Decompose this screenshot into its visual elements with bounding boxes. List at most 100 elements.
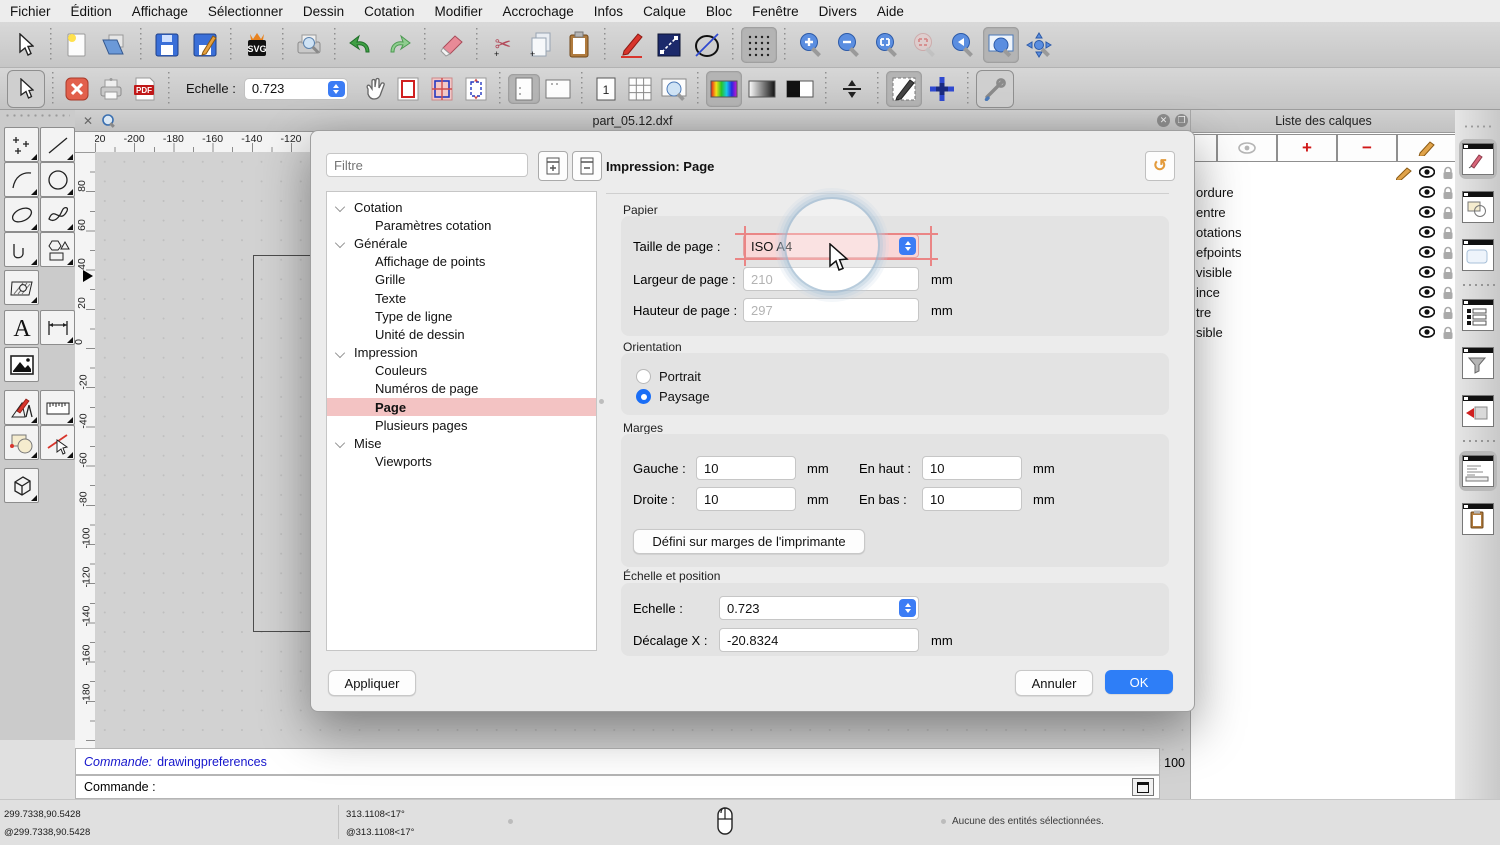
tree-item-type-de-ligne[interactable]: Type de ligne (327, 307, 596, 325)
fit-frame-button[interactable] (460, 74, 492, 104)
remove-layer-button[interactable]: − (1337, 134, 1397, 162)
lock-icon[interactable] (1442, 226, 1454, 240)
tree-item-plusieurs-pages[interactable]: Plusieurs pages (327, 416, 596, 434)
margin-bottom-field[interactable]: 10 (922, 487, 1022, 511)
apply-button[interactable]: Appliquer (328, 670, 416, 696)
pan-hand-button[interactable] (358, 74, 390, 104)
tree-item-cotation[interactable]: Cotation (327, 198, 596, 216)
layer-row[interactable]: efpoints (1191, 243, 1456, 263)
view-panel-button[interactable] (1459, 235, 1497, 275)
chevron-down-icon[interactable] (335, 238, 345, 248)
menu-divers[interactable]: Divers (809, 4, 867, 19)
layer-row[interactable]: tre (1191, 303, 1456, 323)
paysage-radio[interactable] (636, 389, 651, 404)
layer-panel-button[interactable] (1459, 139, 1497, 179)
layer-row[interactable] (1191, 163, 1456, 183)
ok-button[interactable]: OK (1105, 670, 1173, 694)
eraser-button[interactable] (433, 27, 469, 63)
toggle-visibility-button[interactable] (1217, 134, 1277, 162)
ellipse-tool-button[interactable] (689, 27, 725, 63)
menu-selectionner[interactable]: Sélectionner (198, 4, 293, 19)
tree-item-g-n-rale[interactable]: Générale (327, 234, 596, 252)
lock-icon[interactable] (1442, 186, 1454, 200)
zoom-previous-button[interactable] (945, 27, 981, 63)
splitter-handle[interactable] (599, 399, 604, 404)
portrait-button[interactable] (508, 74, 540, 104)
menu-infos[interactable]: Infos (584, 4, 633, 19)
layer-row[interactable]: visible (1191, 263, 1456, 283)
paste-button[interactable] (561, 27, 597, 63)
block-panel-button[interactable] (1459, 187, 1497, 227)
solid-tool-button[interactable] (4, 468, 39, 503)
document-close-icon[interactable]: ✕ (83, 114, 93, 128)
layer-button-stub[interactable] (1193, 134, 1217, 162)
cut-button[interactable]: ✂+ (485, 27, 521, 63)
margin-top-field[interactable]: 10 (922, 456, 1022, 480)
close-preview-button[interactable] (61, 74, 93, 104)
line-tool-button[interactable] (40, 127, 75, 162)
measure-tool-button[interactable] (40, 390, 75, 425)
grid-toggle-button[interactable] (741, 27, 777, 63)
text-tool-button[interactable]: A (4, 310, 39, 345)
hatch-tool-button[interactable] (4, 270, 39, 305)
menu-bloc[interactable]: Bloc (696, 4, 742, 19)
eye-icon[interactable] (1419, 246, 1435, 258)
circle-tool-button[interactable] (40, 162, 75, 197)
dimension-tool-button[interactable] (40, 310, 75, 345)
print-preview-button[interactable] (291, 27, 327, 63)
menu-cotation[interactable]: Cotation (354, 4, 424, 19)
lock-icon[interactable] (1442, 326, 1454, 340)
menu-affichage[interactable]: Affichage (122, 4, 198, 19)
settings-button[interactable] (976, 70, 1014, 108)
eye-icon[interactable] (1419, 206, 1435, 218)
expand-all-button[interactable] (538, 151, 568, 181)
eye-icon[interactable] (1419, 226, 1435, 238)
command-window-button[interactable] (1132, 778, 1154, 796)
line-tool-button[interactable] (651, 27, 687, 63)
eye-icon[interactable] (1419, 306, 1435, 318)
line-pencil-button[interactable] (886, 71, 922, 107)
stepper-icon[interactable] (899, 599, 916, 617)
stepper-icon[interactable] (328, 81, 345, 97)
chevron-down-icon[interactable] (335, 347, 345, 357)
pdf-export-button[interactable]: PDF (129, 74, 161, 104)
dialog-scale-combobox[interactable]: 0.723 (719, 596, 919, 620)
palette-drag-handle[interactable] (4, 113, 70, 118)
clipboard-panel-button[interactable] (1459, 499, 1497, 539)
full-color-button[interactable] (706, 71, 742, 107)
selection-filter-button[interactable] (1459, 343, 1497, 383)
lock-icon[interactable] (1442, 246, 1454, 260)
crosshair-button[interactable] (924, 71, 960, 107)
menu-calque[interactable]: Calque (633, 4, 696, 19)
paper-frame-button[interactable] (392, 74, 424, 104)
black-white-button[interactable] (782, 71, 818, 107)
grid-frame-button[interactable] (426, 74, 458, 104)
new-file-button[interactable] (59, 27, 95, 63)
menu-modifier[interactable]: Modifier (424, 4, 492, 19)
cancel-button[interactable]: Annuler (1015, 670, 1093, 696)
scale-combobox[interactable]: 0.723 (244, 78, 348, 100)
tree-item-num-ros-de-page[interactable]: Numéros de page (327, 380, 596, 398)
grayscale-button[interactable] (744, 71, 780, 107)
tree-item-grille[interactable]: Grille (327, 271, 596, 289)
ellipse-tool-button[interactable] (4, 197, 39, 232)
save-as-button[interactable] (187, 27, 223, 63)
layer-row[interactable]: entre (1191, 203, 1456, 223)
polyline-tool-button[interactable] (4, 232, 39, 267)
tree-item-unit-de-dessin[interactable]: Unité de dessin (327, 325, 596, 343)
copy-button[interactable]: + (523, 27, 559, 63)
open-file-button[interactable] (97, 27, 133, 63)
landscape-button[interactable] (542, 74, 574, 104)
deselect-panel-button[interactable] (1459, 391, 1497, 431)
layer-row[interactable]: otations (1191, 223, 1456, 243)
single-page-button[interactable]: 1 (590, 74, 622, 104)
spline-tool-button[interactable] (40, 197, 75, 232)
tree-item-page[interactable]: Page (327, 398, 596, 416)
layer-row[interactable]: ordure (1191, 183, 1456, 203)
menu-edition[interactable]: Édition (61, 4, 122, 19)
tree-item-couleurs[interactable]: Couleurs (327, 362, 596, 380)
menu-dessin[interactable]: Dessin (293, 4, 354, 19)
menu-accrochage[interactable]: Accrochage (492, 4, 583, 19)
snap-tool-button[interactable] (40, 425, 75, 460)
document-close-button[interactable]: ✕ (1157, 114, 1170, 127)
